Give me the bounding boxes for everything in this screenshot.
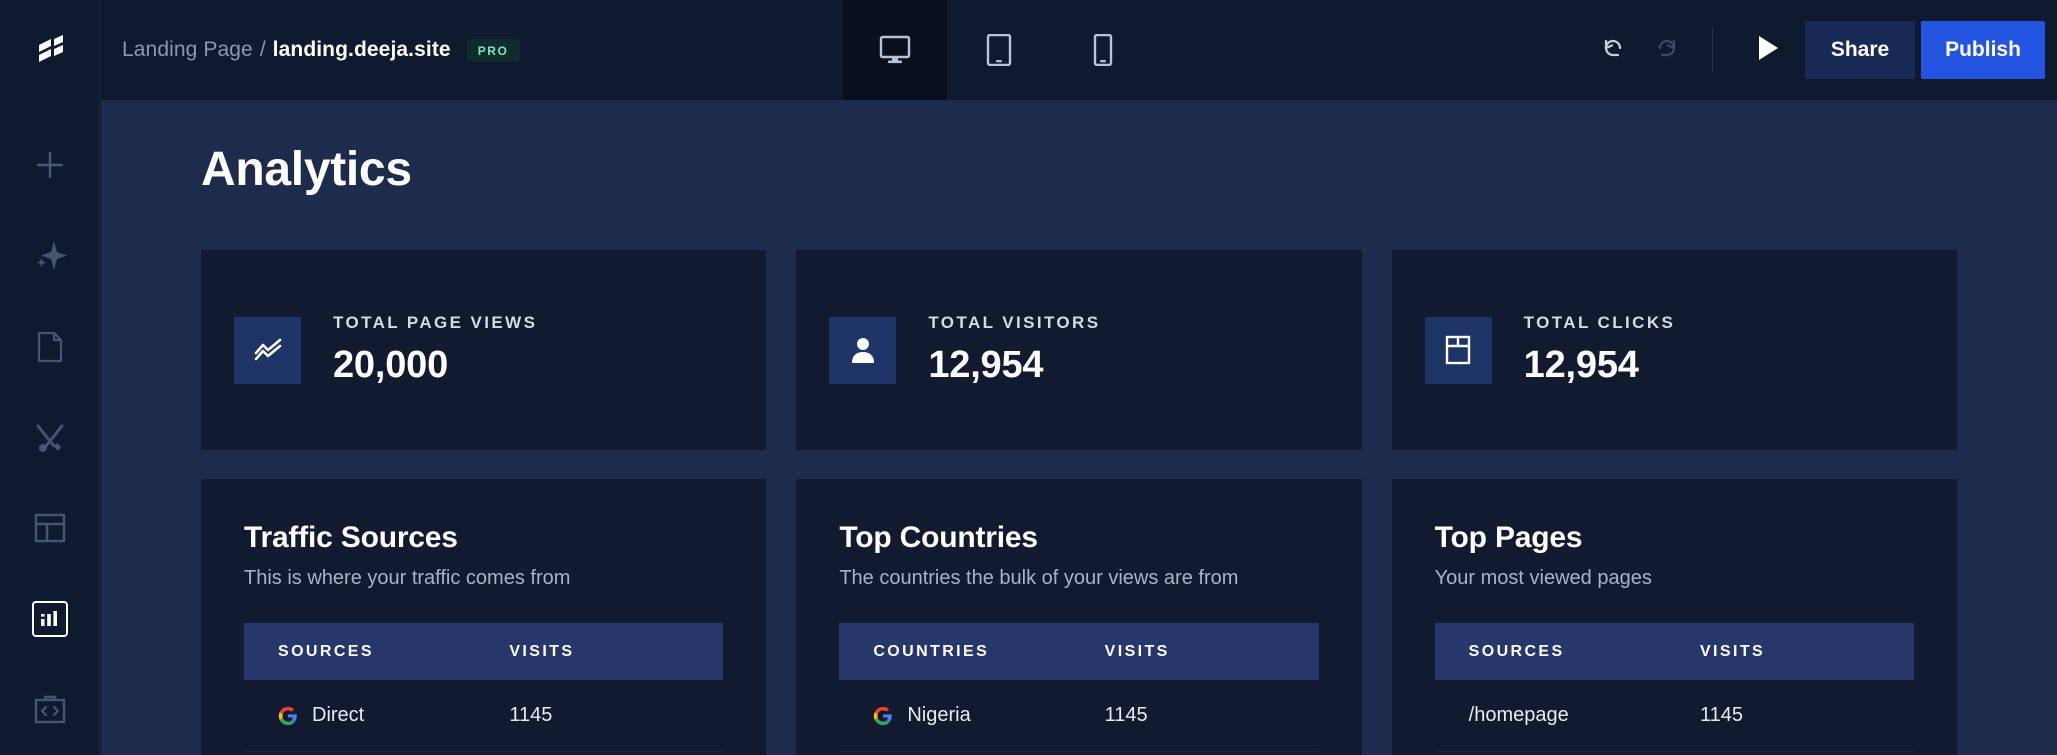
sidebar-item-ai-assist[interactable]: [0, 211, 100, 302]
design-tools-icon: [34, 422, 66, 454]
layout-icon: [34, 513, 66, 543]
sidebar-item-add[interactable]: [0, 120, 100, 211]
device-tablet-button[interactable]: [947, 0, 1051, 100]
panel-title: Top Pages: [1434, 521, 1583, 554]
table-row[interactable]: Nigeria 1145: [839, 680, 1319, 752]
sidebar-item-analytics[interactable]: [0, 574, 100, 665]
app-root: Landing Page / landing.deeja.site PRO Sh…: [0, 0, 2057, 755]
panel-traffic-sources: Traffic Sources This is where your traff…: [201, 479, 767, 755]
stat-value: 12,954: [928, 344, 1044, 386]
panel-subtitle: This is where your traffic comes from: [244, 567, 571, 589]
publish-button[interactable]: Publish: [1921, 21, 2045, 79]
panel-subtitle: Your most viewed pages: [1434, 567, 1652, 589]
table-row[interactable]: /homepage 1145: [1434, 680, 1914, 752]
left-sidebar: [0, 100, 100, 755]
monitor-icon: [879, 35, 911, 65]
device-mobile-button[interactable]: [1051, 0, 1155, 100]
stat-label: TOTAL CLICKS: [1523, 313, 1676, 332]
sidebar-item-design[interactable]: [0, 392, 100, 483]
stat-card-page-views: TOTAL PAGE VIEWS 20,000: [201, 250, 767, 450]
breadcrumb: Landing Page / landing.deeja.site PRO: [100, 0, 520, 100]
stat-label: TOTAL VISITORS: [928, 313, 1101, 332]
table-header: SOURCES VISITS: [244, 623, 724, 680]
sidebar-item-layout[interactable]: [0, 483, 100, 574]
stat-card-clicks: TOTAL CLICKS 12,954: [1391, 250, 1957, 450]
page-title: Analytics: [201, 143, 412, 196]
stat-value: 20,000: [333, 344, 449, 386]
toolbar-divider: [1712, 28, 1713, 72]
panel-top-countries: Top Countries The countries the bulk of …: [796, 479, 1362, 755]
device-desktop-button[interactable]: [843, 0, 947, 100]
table: SOURCES VISITS /homepage 1145: [1434, 623, 1914, 752]
stat-label: TOTAL PAGE VIEWS: [333, 313, 538, 332]
main-content: Analytics TOTAL PAGE VIEWS 20,000 TOTAL …: [101, 100, 2057, 755]
column-header: VISITS: [1104, 642, 1170, 660]
device-switcher: [843, 0, 1155, 100]
table-header: SOURCES VISITS: [1434, 623, 1914, 680]
table: SOURCES VISITS Direct 1145: [244, 623, 724, 752]
undo-button[interactable]: [1586, 0, 1640, 100]
play-triangle-icon: [1756, 34, 1780, 67]
row-label: /homepage: [1468, 704, 1569, 726]
brand-logo-button[interactable]: [0, 0, 100, 100]
breadcrumb-separator: /: [259, 38, 266, 61]
tablet-icon: [986, 34, 1012, 66]
breadcrumb-parent[interactable]: Landing Page: [122, 38, 253, 62]
breadcrumb-current[interactable]: landing.deeja.site: [273, 38, 451, 62]
top-bar: Landing Page / landing.deeja.site PRO Sh…: [0, 0, 2057, 100]
undo-arrow-icon: [1600, 36, 1626, 65]
panel-title: Traffic Sources: [244, 521, 458, 554]
row-label: Direct: [312, 704, 365, 726]
column-header: VISITS: [509, 642, 575, 660]
user-icon: [829, 316, 897, 384]
column-header: SOURCES: [1468, 642, 1565, 660]
stat-card-visitors: TOTAL VISITORS 12,954: [796, 250, 1362, 450]
table-row[interactable]: Direct 1145: [244, 680, 724, 752]
bar-chart-icon: [31, 600, 68, 637]
row-value: 1145: [1104, 704, 1148, 726]
google-icon: [278, 706, 298, 726]
pro-badge: PRO: [466, 38, 520, 62]
preview-button[interactable]: [1731, 0, 1805, 100]
top-bar-actions: Share Publish: [1586, 0, 2057, 100]
plus-icon: [34, 149, 66, 181]
panel-subtitle: The countries the bulk of your views are…: [839, 567, 1239, 589]
table-header: COUNTRIES VISITS: [839, 623, 1319, 680]
page-icon: [36, 331, 64, 363]
row-value: 1145: [509, 704, 553, 726]
sparkle-icon: [32, 239, 68, 273]
row-label: Nigeria: [907, 704, 971, 726]
panel-layout-icon: [1424, 316, 1492, 384]
sidebar-item-apps[interactable]: [0, 664, 100, 755]
google-icon: [873, 706, 893, 726]
row-value: 1145: [1699, 704, 1743, 726]
panel-title: Top Countries: [839, 521, 1038, 554]
share-button[interactable]: Share: [1805, 21, 1915, 79]
column-header: COUNTRIES: [873, 642, 990, 660]
trend-line-icon: [234, 316, 301, 384]
table: COUNTRIES VISITS Nigeria 1145: [839, 623, 1319, 752]
panels-row: Traffic Sources This is where your traff…: [201, 479, 1957, 755]
stat-value: 12,954: [1523, 344, 1639, 386]
mobile-icon: [1093, 34, 1113, 66]
redo-arrow-icon: [1654, 36, 1680, 65]
column-header: VISITS: [1699, 642, 1766, 660]
column-header: SOURCES: [278, 642, 374, 660]
toolbox-icon: [34, 695, 66, 725]
brand-logo-icon: [33, 34, 67, 66]
panel-top-pages: Top Pages Your most viewed pages SOURCES…: [1391, 479, 1957, 755]
redo-button[interactable]: [1640, 0, 1694, 100]
stats-row: TOTAL PAGE VIEWS 20,000 TOTAL VISITORS 1…: [201, 250, 1957, 450]
sidebar-item-pages[interactable]: [0, 301, 100, 392]
